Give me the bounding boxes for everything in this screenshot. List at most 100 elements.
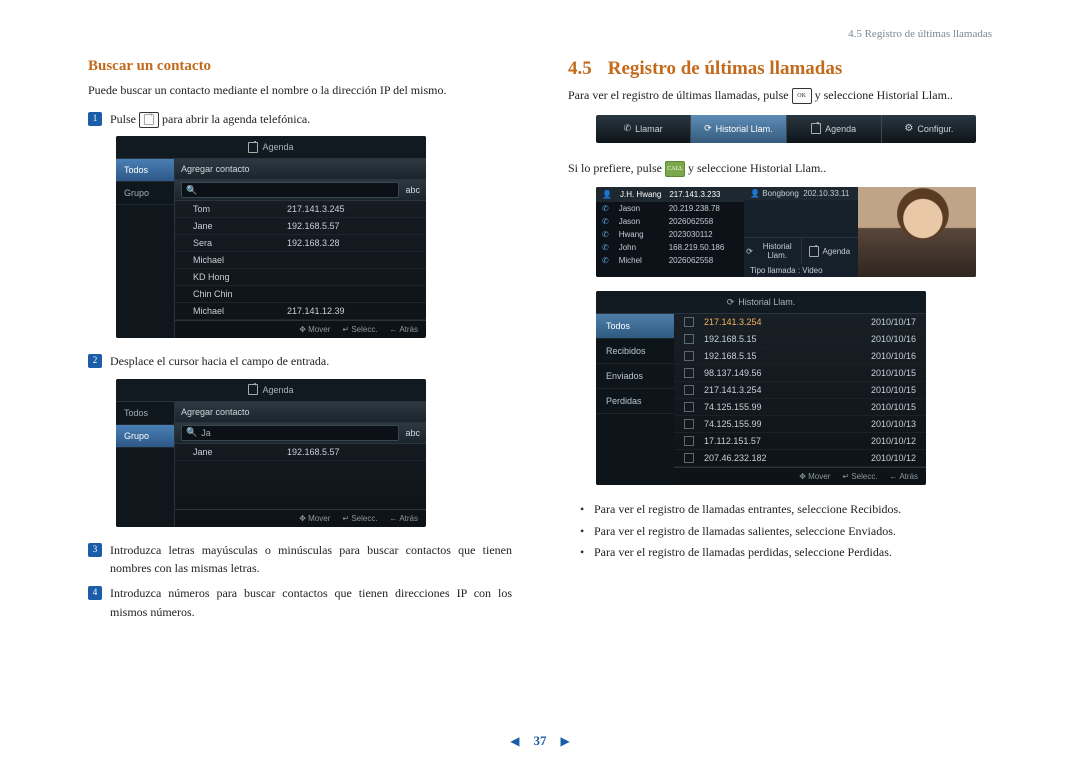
hint-atras: Atrás: [399, 325, 418, 334]
contact-name: Sera: [193, 238, 263, 248]
hist-date: 2010/10/15: [871, 402, 916, 412]
checkbox-icon[interactable]: [684, 351, 694, 361]
contact-ip: 192.168.5.57: [287, 447, 340, 457]
contact-row[interactable]: Michael217.141.12.39: [175, 303, 426, 320]
footer-hints: ✥ Mover ↵ Selecc. ← Atrás: [175, 509, 426, 527]
call-row[interactable]: ✆Jason20.219.238.78: [596, 202, 744, 215]
menu-historial[interactable]: ⟳Historial Llam.: [691, 115, 786, 143]
hist-tab-enviados[interactable]: Enviados: [596, 364, 674, 389]
menu-configur[interactable]: ⚙Configur.: [882, 115, 976, 143]
hist-row[interactable]: 74.125.155.992010/10/13: [674, 416, 926, 433]
right-p2: Si lo prefiere, pulse CALL y seleccione …: [568, 159, 992, 178]
prev-page-icon[interactable]: ◀: [510, 734, 519, 749]
add-contact-label[interactable]: Agregar contacto: [181, 164, 250, 174]
contact-row[interactable]: Chin Chin: [175, 286, 426, 303]
hist-date: 2010/10/13: [871, 419, 916, 429]
hist-row[interactable]: 217.141.3.2542010/10/17: [674, 314, 926, 331]
step-1-text-b: para abrir la agenda telefónica.: [162, 112, 310, 126]
history-icon: ⟳: [746, 247, 753, 256]
menu-agenda[interactable]: Agenda: [787, 115, 882, 143]
bullet-list: Para ver el registro de llamadas entrant…: [580, 499, 992, 564]
hist-row[interactable]: 207.46.232.182 2010/10/12: [674, 450, 926, 467]
call-icon: ✆: [602, 256, 609, 265]
checkbox-icon[interactable]: [684, 419, 694, 429]
contact-row[interactable]: KD Hong: [175, 269, 426, 286]
call-icon: ✆: [602, 230, 609, 239]
video-preview: [858, 187, 976, 277]
call-type-label: Tipo llamada : Video: [744, 264, 858, 277]
call-row[interactable]: ✆John168.219.50.186: [596, 241, 744, 254]
search-icon: 🔍: [186, 427, 197, 438]
sidebar-item-todos[interactable]: Todos: [116, 402, 174, 425]
hint-selecc: Selecc.: [351, 514, 377, 523]
hist-row[interactable]: 192.168.5.152010/10/16: [674, 348, 926, 365]
search-value: Ja: [201, 428, 211, 438]
hist-row[interactable]: 192.168.5.15 2010/10/16: [674, 331, 926, 348]
hist-ip: 207.46.232.182: [704, 453, 861, 463]
step-badge-4: 4: [88, 586, 102, 600]
contact-name: KD Hong: [193, 272, 263, 282]
screenshot-menubar: ✆Llamar ⟳Historial Llam. Agenda ⚙Configu…: [596, 115, 976, 143]
call-icon: ✆: [602, 217, 609, 226]
sidebar-item-grupo[interactable]: Grupo: [116, 425, 174, 448]
call-row[interactable]: ✆Michel2026062558: [596, 254, 744, 267]
checkbox-icon[interactable]: [684, 334, 694, 344]
call-value: 2026062558: [669, 217, 714, 226]
checkbox-icon[interactable]: [684, 368, 694, 378]
contact-row[interactable]: Sera192.168.3.28: [175, 235, 426, 252]
next-page-icon[interactable]: ▶: [561, 734, 570, 749]
hist-tab-perdidas[interactable]: Perdidas: [596, 389, 674, 414]
sidebar-item-grupo[interactable]: Grupo: [116, 182, 174, 205]
call-name: Jason: [619, 204, 659, 213]
left-column: Buscar un contacto Puede buscar un conta…: [88, 58, 512, 627]
menu-llamar[interactable]: ✆Llamar: [596, 115, 691, 143]
btn-label: Agenda: [822, 247, 850, 256]
add-contact-label[interactable]: Agregar contacto: [181, 407, 250, 417]
call-row[interactable]: ✆Hwang2023030112: [596, 228, 744, 241]
hist-row[interactable]: 98.137.149.562010/10/15: [674, 365, 926, 382]
call-icon: ✆: [602, 243, 609, 252]
hist-ip: 217.141.3.254: [704, 317, 861, 327]
hint-mover: Mover: [308, 514, 330, 523]
hist-tab-recibidos[interactable]: Recibidos: [596, 339, 674, 364]
caller-ip: 217.141.3.233: [669, 190, 720, 199]
right-column: 4.5 Registro de últimas llamadas Para ve…: [568, 58, 992, 627]
checkbox-icon[interactable]: [684, 436, 694, 446]
btn-agenda[interactable]: Agenda: [802, 238, 858, 264]
checkbox-icon[interactable]: [684, 317, 694, 327]
contact-row[interactable]: Michael: [175, 252, 426, 269]
step-1-text-a: Pulse: [110, 112, 139, 126]
hist-tab-todos[interactable]: Todos: [596, 314, 674, 339]
contact-row[interactable]: Jane192.168.5.57: [175, 444, 426, 461]
hist-date: 2010/10/12: [871, 453, 916, 463]
p1-a: Para ver el registro de últimas llamadas…: [568, 88, 792, 102]
hist-ip: 192.168.5.15: [704, 334, 861, 344]
step-1: 1 Pulse para abrir la agenda telefónica.: [88, 110, 512, 129]
agenda-title: Agenda: [262, 142, 293, 152]
hist-title: Historial Llam.: [738, 297, 795, 307]
hist-row[interactable]: 74.125.155.992010/10/15: [674, 399, 926, 416]
input-mode: abc: [405, 428, 420, 438]
person-icon: 👤: [750, 189, 760, 198]
call-name: Michel: [619, 256, 659, 265]
history-icon: ⟳: [704, 123, 712, 134]
search-input[interactable]: 🔍 Ja: [181, 425, 399, 441]
search-input[interactable]: 🔍: [181, 182, 399, 198]
hist-row[interactable]: 217.141.3.2542010/10/15: [674, 382, 926, 399]
book-icon: [248, 142, 258, 153]
step-2: 2 Desplace el cursor hacia el campo de e…: [88, 352, 512, 371]
checkbox-icon[interactable]: [684, 402, 694, 412]
hint-atras: Atrás: [899, 472, 918, 481]
contact-row[interactable]: Jane192.168.5.57: [175, 218, 426, 235]
hist-date: 2010/10/16: [871, 334, 916, 344]
sidebar-item-todos[interactable]: Todos: [116, 159, 174, 182]
hist-row[interactable]: 17.112.151.572010/10/12: [674, 433, 926, 450]
call-row[interactable]: ✆Jason2026062558: [596, 215, 744, 228]
checkbox-icon[interactable]: [684, 453, 694, 463]
call-name: Hwang: [619, 230, 659, 239]
checkbox-icon[interactable]: [684, 385, 694, 395]
caller-name: J.H. Hwang: [620, 190, 661, 199]
btn-historial[interactable]: ⟳Historial Llam.: [744, 238, 801, 264]
call-button-icon: CALL: [665, 161, 685, 177]
contact-row[interactable]: Tom217.141.3.245: [175, 201, 426, 218]
